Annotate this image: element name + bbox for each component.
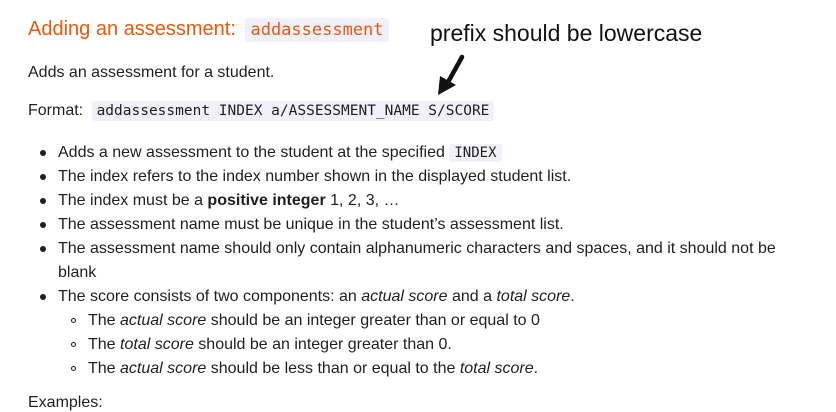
sub-list-item: The actual score should be less than or …: [71, 357, 818, 381]
format-label: Format:: [28, 102, 84, 119]
italic-text: total score: [459, 360, 534, 377]
bullet-text: should be an integer greater than 0.: [198, 336, 452, 353]
bullet-text: .: [570, 288, 575, 305]
format-line: Format: addassessment INDEX a/ASSESSMENT…: [28, 101, 495, 121]
annotation-text: prefix should be lowercase: [430, 20, 703, 46]
examples-label-cutoff: Examples:: [28, 394, 103, 411]
index-code: INDEX: [449, 144, 502, 162]
sub-list-item: The total score should be an integer gre…: [71, 333, 818, 357]
sub-list-item: The actual score should be an integer gr…: [71, 309, 818, 333]
bullet-text: should be less than or equal to the: [210, 360, 456, 377]
bullet-text: .: [533, 360, 539, 377]
bullet-text: should be an integer greater than or equ…: [210, 312, 540, 329]
bullet-text: The: [88, 360, 116, 377]
list-item: Adds a new assessment to the student at …: [40, 141, 818, 165]
heading-command-code: addassessment: [245, 18, 389, 42]
sub-bullet-list: The actual score should be an integer gr…: [58, 309, 818, 381]
section-heading: Adding an assessment: addassessment: [28, 18, 389, 42]
bullet-text: 1, 2, 3, …: [330, 192, 400, 209]
list-item: The index must be a positive integer 1, …: [40, 189, 818, 213]
bullet-text: Adds a new assessment to the student at …: [58, 144, 445, 161]
arrow-down-left-icon: [438, 54, 465, 95]
italic-text: actual score: [120, 312, 207, 329]
list-item: The index refers to the index number sho…: [40, 165, 818, 189]
bullet-text: The: [88, 312, 116, 329]
bullet-text: The: [88, 336, 116, 353]
bullet-list: Adds a new assessment to the student at …: [28, 141, 818, 381]
italic-text: actual score: [120, 360, 207, 377]
bullet-text: and a: [451, 288, 493, 305]
list-item: The score consists of two components: an…: [40, 285, 818, 381]
list-item: The assessment name must be unique in th…: [40, 213, 818, 237]
intro-paragraph: Adds an assessment for a student.: [28, 64, 275, 81]
italic-text: total score: [120, 336, 194, 353]
bold-text: positive integer: [207, 192, 326, 209]
format-syntax-code: addassessment INDEX a/ASSESSMENT_NAME S/…: [91, 101, 495, 121]
italic-text: total score: [496, 288, 571, 305]
italic-text: actual score: [361, 288, 448, 305]
list-item: The assessment name should only contain …: [40, 237, 818, 285]
heading-text: Adding an assessment:: [28, 18, 236, 40]
bullet-text: The score consists of two components: an: [58, 288, 357, 305]
bullet-text: The index must be a: [58, 192, 203, 209]
